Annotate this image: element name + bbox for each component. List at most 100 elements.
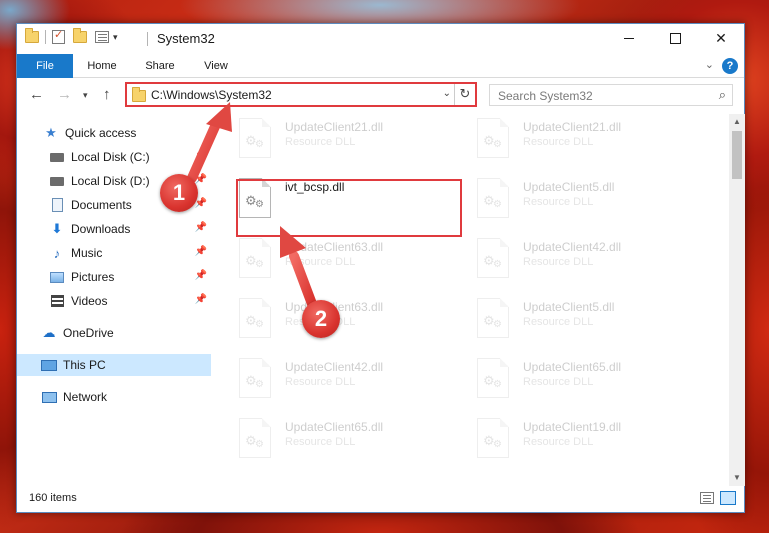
drive-icon	[49, 149, 65, 165]
scroll-up-icon[interactable]: ▲	[729, 114, 745, 130]
qat-dropdown-icon[interactable]: ▾	[113, 32, 118, 43]
pin-icon[interactable]: 📌	[195, 246, 207, 257]
address-bar[interactable]: C:\Windows\System32 ⌄ ↻	[125, 82, 477, 107]
title-divider	[147, 32, 148, 46]
sidebar-item-onedrive[interactable]: ☁ OneDrive	[17, 322, 211, 344]
status-bar: 160 items	[17, 486, 744, 512]
sidebar-item-label: Quick access	[65, 126, 137, 140]
pin-icon[interactable]: 📌	[195, 150, 207, 161]
sidebar-item-downloads[interactable]: ⬇ Downloads 📌	[17, 218, 211, 240]
file-type: Resource DLL	[285, 436, 356, 448]
file-item[interactable]: ⚙ ⚙ UpdateClient21.dll Resource DLL	[217, 114, 447, 174]
file-name: UpdateClient42.dll	[285, 360, 384, 374]
help-icon[interactable]: ?	[722, 58, 738, 74]
file-name: UpdateClient5.dll	[523, 300, 615, 314]
tab-home[interactable]: Home	[77, 54, 127, 78]
file-type: Resource DLL	[523, 376, 594, 388]
qat-divider	[45, 30, 46, 44]
sidebar-item-label: Local Disk (D:)	[71, 174, 150, 188]
file-type: Resource DLL	[285, 136, 356, 148]
file-type: Resource DLL	[285, 376, 356, 388]
sidebar-item-label: This PC	[63, 358, 106, 372]
sidebar-item-network[interactable]: Network	[17, 386, 211, 408]
file-item[interactable]: ⚙ ⚙ UpdateClient42.dll Resource DLL	[217, 354, 447, 414]
sidebar-item-this-pc[interactable]: This PC	[17, 354, 211, 376]
tab-view[interactable]: View	[191, 54, 241, 78]
dll-file-icon: ⚙ ⚙	[477, 358, 509, 398]
search-placeholder[interactable]: Search System32	[498, 89, 593, 103]
sidebar-item-local-disk-c[interactable]: Local Disk (C:) 📌	[17, 146, 211, 168]
file-item[interactable]: ⚙ ⚙ UpdateClient42.dll Resource DLL	[455, 234, 685, 294]
file-type: Resource DLL	[523, 136, 594, 148]
ribbon-tabs: File Home Share View ⌄ ?	[17, 54, 744, 78]
file-name: UpdateClient63.dll	[285, 240, 384, 254]
music-icon: ♪	[53, 245, 61, 261]
pin-icon[interactable]: 📌	[195, 174, 207, 185]
file-item[interactable]: ⚙⚙ UpdateClient63.dll Resource DLL	[217, 234, 447, 294]
close-button[interactable]: ✕	[698, 24, 744, 53]
sidebar-item-music[interactable]: ♪ Music 📌	[17, 242, 211, 264]
back-button[interactable]: ←	[29, 86, 44, 103]
expand-ribbon-icon[interactable]: ⌄	[705, 58, 714, 71]
folder-icon	[132, 87, 146, 102]
pin-icon[interactable]: 📌	[195, 294, 207, 305]
sidebar-item-quick-access[interactable]: ★ Quick access	[17, 122, 211, 144]
file-type: Resource DLL	[285, 256, 356, 268]
up-button[interactable]: ↑	[103, 86, 111, 103]
file-item[interactable]: ⚙ ⚙ UpdateClient65.dll Resource DLL	[217, 414, 447, 474]
customize-icon[interactable]	[95, 31, 109, 43]
tab-share[interactable]: Share	[135, 54, 185, 78]
recent-locations-button[interactable]: ▾	[83, 90, 88, 101]
vertical-scrollbar[interactable]: ▲ ▼	[729, 114, 745, 486]
refresh-button[interactable]: ↻	[454, 84, 475, 105]
file-item[interactable]: ⚙ ⚙ UpdateClient19.dll Resource DLL	[455, 414, 685, 474]
dll-file-icon: ⚙ ⚙	[239, 418, 271, 458]
quick-access-toolbar: ▾	[25, 28, 118, 44]
drive-icon	[49, 173, 65, 189]
dll-file-icon: ⚙ ⚙	[477, 178, 509, 218]
forward-button[interactable]: →	[57, 86, 72, 103]
sidebar-item-label: Local Disk (C:)	[71, 150, 150, 164]
file-name: UpdateClient65.dll	[523, 360, 622, 374]
file-item[interactable]: ⚙ ⚙ UpdateClient65.dll Resource DLL	[455, 354, 685, 414]
sidebar-item-pictures[interactable]: Pictures 📌	[17, 266, 211, 288]
scroll-down-icon[interactable]: ▼	[729, 470, 745, 486]
address-dropdown-icon[interactable]: ⌄	[443, 88, 451, 99]
step-1-badge: 1	[160, 174, 198, 212]
scrollbar-thumb[interactable]	[732, 131, 742, 179]
minimize-button[interactable]	[606, 24, 652, 53]
folder-icon	[25, 28, 39, 43]
file-list: ⚙ ⚙ UpdateClient21.dll Resource DLL ⚙ ⚙ iv…	[217, 114, 729, 486]
pin-icon[interactable]: 📌	[195, 222, 207, 233]
file-item[interactable]: ⚙ ⚙ UpdateClient5.dll Resource DLL	[455, 174, 685, 234]
item-count: 160 items	[29, 492, 77, 504]
file-name: UpdateClient65.dll	[285, 420, 384, 434]
tiles-view-icon[interactable]	[720, 491, 736, 505]
file-type: Resource DLL	[523, 316, 594, 328]
search-icon[interactable]: ⌕	[719, 87, 726, 103]
search-box[interactable]: Search System32 ⌕	[489, 84, 733, 106]
maximize-button[interactable]	[652, 24, 698, 53]
sidebar-item-label: Pictures	[71, 270, 115, 284]
pin-icon[interactable]: 📌	[195, 270, 207, 281]
file-item[interactable]: ⚙ ⚙ UpdateClient21.dll Resource DLL	[455, 114, 685, 174]
file-explorer-window: ▾ System32 ✕ File Home Share View ⌄ ? ← …	[16, 23, 745, 513]
tab-file[interactable]: File	[17, 54, 73, 78]
details-view-icon[interactable]	[700, 492, 714, 504]
sidebar-item-label: Documents	[71, 198, 132, 212]
file-name: UpdateClient5.dll	[523, 180, 615, 194]
file-type: Resource DLL	[523, 256, 594, 268]
properties-icon[interactable]	[52, 28, 65, 44]
dll-file-icon: ⚙ ⚙	[477, 418, 509, 458]
file-name: UpdateClient21.dll	[285, 120, 384, 134]
address-path[interactable]: C:\Windows\System32	[151, 88, 272, 102]
sidebar-item-label: OneDrive	[63, 326, 114, 340]
sidebar-item-videos[interactable]: Videos 📌	[17, 290, 211, 312]
new-folder-icon[interactable]	[73, 28, 87, 43]
step-2-badge: 2	[302, 300, 340, 338]
file-item[interactable]: ⚙ ⚙ UpdateClient5.dll Resource DLL	[455, 294, 685, 354]
dll-file-icon: ⚙ ⚙	[239, 298, 271, 338]
caption-buttons: ✕	[606, 24, 744, 53]
navigation-pane: ★ Quick access Local Disk (C:) 📌 Local D…	[17, 114, 211, 486]
dll-file-icon: ⚙ ⚙	[477, 238, 509, 278]
